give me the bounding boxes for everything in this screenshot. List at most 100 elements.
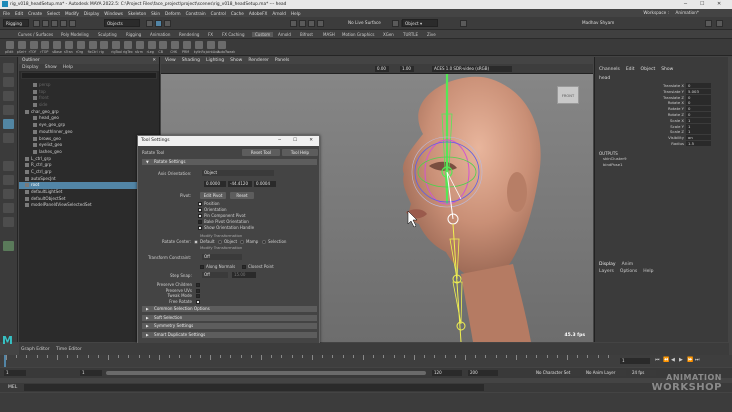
- collapsed-section-header[interactable]: ▶ Soft Selection: [142, 314, 317, 321]
- playback-end-field[interactable]: 120: [432, 370, 462, 376]
- along-normals-checkbox[interactable]: [200, 265, 204, 269]
- attribute-row[interactable]: Scale Z1: [595, 129, 713, 135]
- step-back-icon[interactable]: ⏪: [663, 357, 669, 363]
- rotate-option-checkbox[interactable]: [196, 294, 200, 298]
- attribute-value-field[interactable]: 5.003: [686, 88, 711, 94]
- attribute-value-field[interactable]: 1: [686, 129, 711, 135]
- attribute-value-field[interactable]: 0: [686, 94, 711, 100]
- attribute-row[interactable]: Rotate X0: [595, 100, 713, 106]
- gamma-field[interactable]: 1.00: [400, 66, 414, 72]
- search-icon[interactable]: [705, 20, 712, 27]
- snap-point-icon[interactable]: [308, 20, 315, 27]
- graph-view-icon[interactable]: [3, 203, 14, 213]
- tool-help-button[interactable]: Tool Help: [282, 149, 318, 156]
- shelf-tab-poly[interactable]: Poly Modeling: [61, 32, 89, 37]
- step-snap-value-field[interactable]: 15.00: [232, 272, 256, 278]
- pivot-option-checkbox[interactable]: [198, 220, 202, 224]
- shelf-button-jointaxis[interactable]: [206, 41, 215, 49]
- axis-z-field[interactable]: 0.0004: [254, 181, 276, 187]
- menu-create[interactable]: Create: [28, 11, 42, 16]
- graph-editor-tab[interactable]: Graph Editor: [21, 347, 50, 352]
- shelf-tab-curves[interactable]: Curves / Surfaces: [18, 32, 53, 37]
- command-language-label[interactable]: MEL: [8, 385, 17, 390]
- collapsed-section-header[interactable]: ▶ Common Selection Options: [142, 306, 317, 312]
- menu-edit[interactable]: Edit: [15, 11, 23, 16]
- outliner-menu-show[interactable]: Show: [45, 64, 57, 71]
- shelf-button-autotweak[interactable]: [218, 41, 227, 49]
- shelf-tab-fx[interactable]: FX: [208, 32, 213, 37]
- select-object-icon[interactable]: [155, 20, 162, 27]
- outliner-item[interactable]: head_geo: [19, 115, 159, 122]
- go-to-start-icon[interactable]: ⏮: [655, 357, 661, 363]
- select-component-icon[interactable]: [164, 20, 171, 27]
- attribute-row[interactable]: Rotate Y0: [595, 106, 713, 112]
- step-snap-dropdown[interactable]: Off: [202, 272, 228, 278]
- undo-icon[interactable]: [60, 20, 67, 27]
- menu-constrain[interactable]: Constrain: [186, 11, 206, 16]
- layer-tab-anim[interactable]: Anim: [622, 262, 634, 267]
- shelf-button-psel+[interactable]: [17, 41, 26, 49]
- menuset-dropdown[interactable]: Rigging: [3, 19, 29, 27]
- viewport-menu-show[interactable]: Show: [230, 58, 242, 63]
- scene-end-field[interactable]: 200: [468, 370, 498, 376]
- time-editor-tab[interactable]: Time Editor: [56, 347, 82, 352]
- shelf-button-sbase[interactable]: [53, 41, 62, 49]
- scale-tool-icon[interactable]: [3, 133, 14, 143]
- attribute-value-field[interactable]: 1: [686, 123, 711, 129]
- menu-deform[interactable]: Deform: [165, 11, 181, 16]
- pivot-option-checkbox[interactable]: [198, 208, 202, 212]
- channelbox-menu-channels[interactable]: Channels: [599, 67, 620, 72]
- minimize-button[interactable]: ─: [684, 1, 687, 7]
- outliner-close-icon[interactable]: ✕: [152, 57, 156, 64]
- tool-settings-close-button[interactable]: ✕: [309, 136, 313, 146]
- collapsed-section-header[interactable]: ▶ Smart Duplicate Settings: [142, 331, 317, 338]
- pivot-option-checkbox[interactable]: [198, 226, 202, 230]
- menu-modify[interactable]: Modify: [65, 11, 79, 16]
- snap-curve-icon[interactable]: [299, 20, 306, 27]
- tool-settings-titlebar[interactable]: Tool Settings ─ ☐ ✕: [138, 136, 319, 146]
- reset-tool-button[interactable]: Reset Tool: [242, 149, 280, 156]
- shelf-button-rtop[interactable]: [41, 41, 50, 49]
- menu-cache[interactable]: Cache: [231, 11, 244, 16]
- viewcube[interactable]: FRONT: [557, 86, 579, 104]
- current-frame-field[interactable]: 1: [620, 358, 650, 364]
- user-account[interactable]: Madhav Shyam: [580, 19, 624, 27]
- go-to-end-icon[interactable]: ⏭: [695, 357, 701, 363]
- move-tool-icon[interactable]: [3, 105, 14, 115]
- colorspace-dropdown[interactable]: ACES 1.0 SDR-video (sRGB): [432, 66, 512, 72]
- paint-select-icon[interactable]: [3, 91, 14, 101]
- redo-icon[interactable]: [69, 20, 76, 27]
- lasso-tool-icon[interactable]: [3, 77, 14, 87]
- shelf-button-rigtool[interactable]: [112, 41, 121, 49]
- menu-skeleton[interactable]: Skeleton: [128, 11, 146, 16]
- shelf-button-kylinfo[interactable]: [194, 41, 203, 49]
- axis-y-field[interactable]: -44.4120: [228, 181, 252, 187]
- menu-arnold[interactable]: Arnold: [272, 11, 286, 16]
- scene-start-field[interactable]: 1: [4, 370, 26, 376]
- channelbox-menu-show[interactable]: Show: [661, 67, 673, 72]
- axis-orientation-dropdown[interactable]: Object: [202, 170, 274, 176]
- rotate-option-checkbox[interactable]: [196, 288, 200, 293]
- collapsed-section-header[interactable]: ▶ Symmetry Settings: [142, 323, 317, 329]
- command-input[interactable]: [24, 384, 484, 391]
- menu-control[interactable]: Control: [211, 11, 226, 16]
- pivot-option-checkbox[interactable]: [198, 202, 202, 206]
- shelf-tab-rigging[interactable]: Rigging: [126, 32, 141, 37]
- attribute-value-field[interactable]: on: [686, 135, 711, 141]
- snap-grid-icon[interactable]: [290, 20, 297, 27]
- viewport-menu-shading[interactable]: Shading: [182, 58, 200, 63]
- rotate-center-radio[interactable]: [218, 240, 222, 244]
- viewport-menu-view[interactable]: View: [165, 58, 176, 63]
- attribute-row[interactable]: Radius 1.5: [595, 141, 713, 147]
- hypershade-view-icon[interactable]: [3, 217, 14, 227]
- shelf-button-rtof[interactable]: [29, 41, 38, 49]
- close-button[interactable]: ✕: [717, 1, 721, 7]
- reset-pivot-button[interactable]: Reset: [230, 192, 254, 199]
- attribute-row[interactable]: Visibility on: [595, 135, 713, 141]
- rotate-option-checkbox[interactable]: [196, 299, 200, 304]
- shelf-tab-fx-caching[interactable]: FX Caching: [222, 32, 244, 37]
- outliner-item[interactable]: top: [19, 89, 159, 96]
- snap-surface-icon[interactable]: [317, 20, 324, 27]
- shelf-tab-animation[interactable]: Animation: [150, 32, 170, 37]
- workspace-dropdown[interactable]: Animation*: [676, 10, 699, 15]
